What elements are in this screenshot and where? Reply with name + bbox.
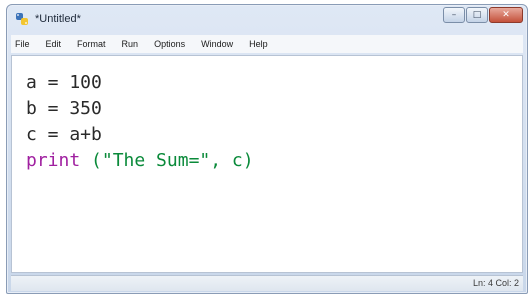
menu-edit[interactable]: Edit — [46, 39, 62, 49]
code-line-1: a = 100 — [26, 72, 102, 93]
menu-bar: File Edit Format Run Options Window Help — [11, 35, 523, 53]
menu-file[interactable]: File — [15, 39, 30, 49]
print-keyword: print — [26, 150, 81, 171]
string-literal: "The Sum=" — [101, 150, 211, 171]
window-controls: – □ ✕ — [443, 7, 523, 23]
status-bar: Ln: 4 Col: 2 — [11, 275, 523, 291]
minimize-button[interactable]: – — [443, 7, 465, 23]
menu-format[interactable]: Format — [77, 39, 106, 49]
python-idle-icon — [15, 12, 29, 26]
idle-window: *Untitled* – □ ✕ File Edit Format Run Op… — [6, 4, 528, 294]
maximize-button[interactable]: □ — [466, 7, 488, 23]
menu-options[interactable]: Options — [154, 39, 185, 49]
paren-open: ( — [80, 150, 102, 171]
code-line-3: c = a+b — [26, 124, 102, 145]
code-line-2: b = 350 — [26, 98, 102, 119]
status-line-number: Ln: 4 — [472, 278, 493, 288]
menu-run[interactable]: Run — [122, 39, 139, 49]
close-button[interactable]: ✕ — [489, 7, 523, 23]
title-bar[interactable]: *Untitled* – □ ✕ — [7, 5, 527, 33]
code-editor[interactable]: a = 100 b = 350 c = a+b print ("The Sum=… — [11, 55, 523, 273]
args-rest: , c) — [210, 150, 254, 171]
code-line-4: print ("The Sum=", c) — [26, 148, 522, 174]
minimize-icon: – — [451, 10, 457, 20]
close-icon: ✕ — [502, 10, 510, 20]
window-title: *Untitled* — [35, 13, 81, 25]
menu-window[interactable]: Window — [201, 39, 233, 49]
status-column-number: Col: 2 — [495, 278, 519, 288]
maximize-icon: □ — [472, 10, 482, 20]
menu-help[interactable]: Help — [249, 39, 268, 49]
